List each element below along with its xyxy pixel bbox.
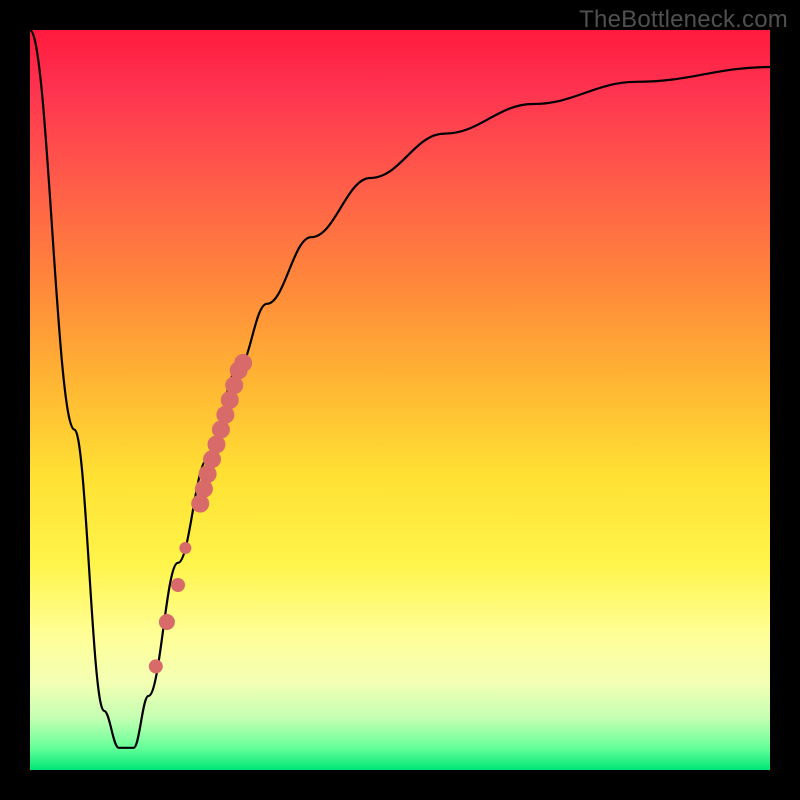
data-marker bbox=[159, 614, 175, 630]
marker-group bbox=[149, 354, 252, 673]
watermark-text: TheBottleneck.com bbox=[579, 6, 788, 34]
data-marker bbox=[149, 659, 163, 673]
plot-area bbox=[30, 30, 770, 770]
data-marker bbox=[171, 578, 185, 592]
chart-frame: TheBottleneck.com bbox=[0, 0, 800, 800]
data-marker bbox=[179, 542, 191, 554]
data-marker bbox=[234, 354, 252, 372]
curve-svg bbox=[30, 30, 770, 770]
bottleneck-curve bbox=[30, 30, 770, 748]
